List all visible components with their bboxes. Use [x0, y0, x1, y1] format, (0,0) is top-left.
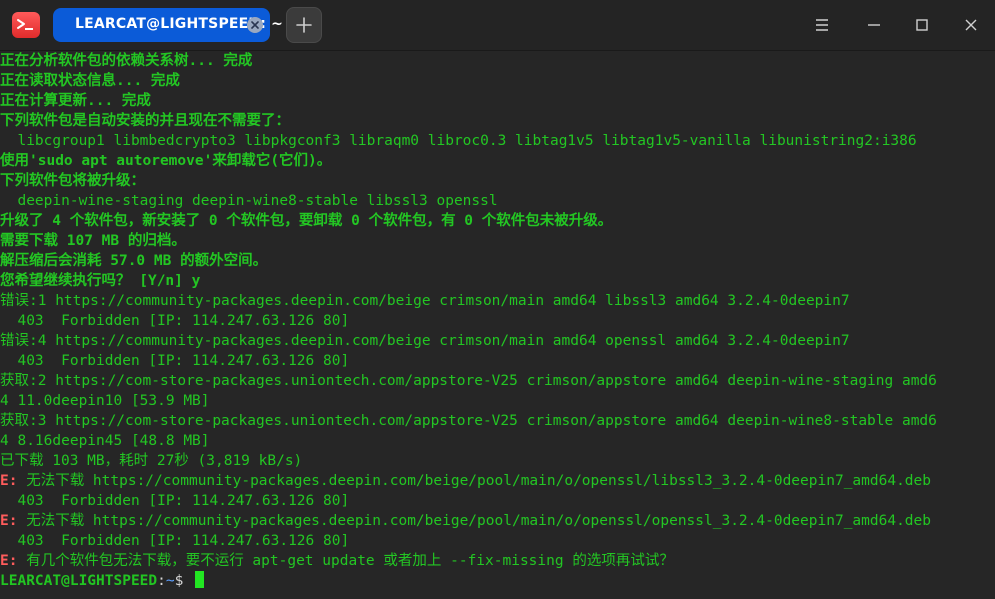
error-line: E: 无法下载 https://community-packages.deepi… [0, 511, 931, 531]
output-line: 403 Forbidden [IP: 114.247.63.126 80] [0, 313, 350, 329]
prompt-path: ~ [165, 573, 175, 589]
error-message: 无法下载 https://community-packages.deepin.c… [26, 513, 931, 529]
output-line: 403 Forbidden [IP: 114.247.63.126 80] [0, 353, 350, 369]
output-line: 您希望继续执行吗？ [Y/n] y [0, 273, 201, 289]
plus-icon [296, 17, 312, 33]
output-line: 下列软件包将被升级： [0, 173, 145, 189]
tab-terminal[interactable]: LEARCAT@LIGHTSPEED: ~ [53, 8, 283, 42]
minimize-button[interactable] [862, 13, 886, 37]
error-line: E: 无法下载 https://community-packages.deepi… [0, 471, 931, 491]
output-line: 需要下载 107 MB 的归档。 [0, 233, 186, 249]
hamburger-menu-icon [816, 19, 828, 31]
maximize-button[interactable] [910, 13, 934, 37]
tab-close-icon[interactable] [247, 17, 263, 33]
output-line: 下列软件包是自动安装的并且现在不需要了： [0, 113, 290, 129]
title-bar: LEARCAT@LIGHTSPEED: ~ [0, 0, 995, 51]
minimize-icon [868, 24, 880, 26]
error-prefix: E: [0, 473, 27, 489]
error-line: E: 有几个软件包无法下载，要不运行 apt-get update 或者加上 -… [0, 551, 674, 571]
output-line: 4 8.16deepin45 [48.8 MB] [0, 433, 210, 449]
error-message: 有几个软件包无法下载，要不运行 apt-get update 或者加上 --fi… [26, 553, 674, 569]
maximize-icon [916, 19, 928, 31]
output-line: 403 Forbidden [IP: 114.247.63.126 80] [0, 493, 350, 509]
output-line: 升级了 4 个软件包，新安装了 0 个软件包，要卸载 0 个软件包，有 0 个软… [0, 213, 613, 229]
shell-prompt[interactable]: LEARCAT@LIGHTSPEED:~$ [0, 571, 205, 591]
prompt-separator: : [157, 573, 166, 589]
output-line: 获取:2 https://com-store-packages.uniontec… [0, 373, 937, 389]
error-prefix: E: [0, 553, 27, 569]
output-line: libcgroup1 libmbedcrypto3 libpkgconf3 li… [0, 133, 917, 149]
output-line: 403 Forbidden [IP: 114.247.63.126 80] [0, 533, 350, 549]
prompt-user-host: LEARCAT@LIGHTSPEED [0, 573, 158, 589]
close-icon [965, 19, 977, 31]
output-line: deepin-wine-staging deepin-wine8-stable … [0, 193, 498, 209]
output-line: 4 11.0deepin10 [53.9 MB] [0, 393, 210, 409]
error-prefix: E: [0, 513, 27, 529]
error-message: 无法下载 https://community-packages.deepin.c… [26, 473, 931, 489]
terminal-output[interactable]: 正在分析软件包的依赖关系树... 完成 正在读取状态信息... 完成 正在计算更… [0, 51, 995, 599]
output-line: 错误:4 https://community-packages.deepin.c… [0, 333, 850, 349]
output-line: 使用'sudo apt autoremove'来卸载它(它们)。 [0, 153, 332, 169]
output-line: 已下载 103 MB，耗时 27秒 (3,819 kB/s) [0, 453, 303, 469]
prompt-dollar: $ [174, 573, 193, 589]
output-line: 错误:1 https://community-packages.deepin.c… [0, 293, 850, 309]
close-window-button[interactable] [959, 13, 983, 37]
new-tab-button[interactable] [286, 7, 322, 43]
output-line: 正在计算更新... 完成 [0, 93, 151, 109]
menu-button[interactable] [810, 13, 834, 37]
text-cursor [195, 571, 205, 588]
output-line: 解压缩后会消耗 57.0 MB 的额外空间。 [0, 253, 268, 269]
output-line: 正在分析软件包的依赖关系树... 完成 [0, 53, 253, 69]
output-line: 获取:3 https://com-store-packages.uniontec… [0, 413, 937, 429]
terminal-window: LEARCAT@LIGHTSPEED: ~ 正在分析软件包的依赖关系树... 完… [0, 0, 995, 599]
output-line: 正在读取状态信息... 完成 [0, 73, 180, 89]
terminal-app-icon[interactable] [12, 12, 40, 38]
